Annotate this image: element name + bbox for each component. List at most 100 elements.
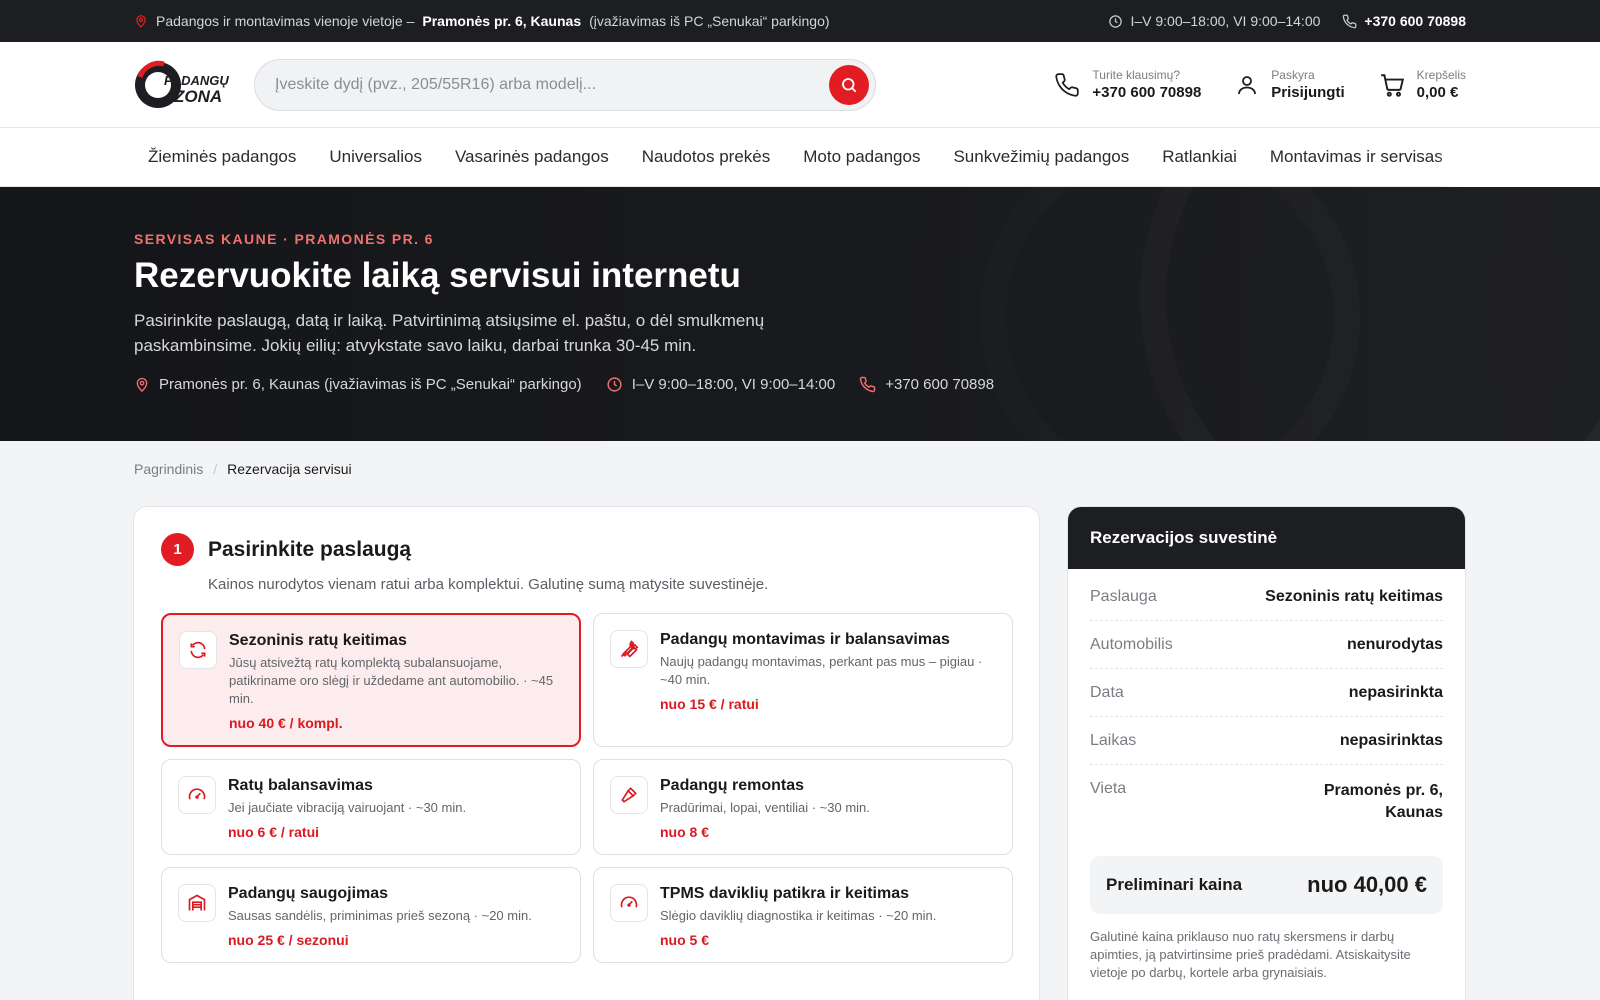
summary-key: Data (1090, 684, 1124, 701)
service-card-seasonal[interactable]: Sezoninis ratų keitimas Jūsų atsivežtą r… (161, 613, 581, 747)
breadcrumb-separator: / (213, 461, 218, 477)
location-pin-icon (136, 377, 148, 393)
user-icon (1238, 75, 1257, 94)
breadcrumb: Pagrindinis / Rezervacija servisui (0, 441, 1600, 503)
header-cart[interactable]: Krepšelis 0,00 € (1379, 68, 1466, 101)
hero-kicker: SERVISAS KAUNE · PRAMONĖS PR. 6 (134, 231, 434, 247)
questions-label: Turite klausimų? (1092, 68, 1181, 82)
logo[interactable]: PADANGŲ ZONA (134, 59, 230, 111)
search-button[interactable] (829, 64, 869, 105)
service-description: Pradūrimai, lopai, ventiliai · ~30 min. (660, 800, 870, 815)
clock-icon (1109, 14, 1123, 28)
service-title: Padangų remontas (660, 777, 805, 794)
page-title: Rezervuokite laiką servisui internetu (134, 256, 741, 295)
step-header: 1 Pasirinkite paslaugą (161, 533, 1012, 566)
service-selection-panel: 1 Pasirinkite paslaugą Kainos nurodytos … (133, 506, 1040, 1000)
top-hours: I–V 9:00–18:00, VI 9:00–14:00 (1108, 13, 1320, 29)
service-price: nuo 6 € / ratui (228, 824, 320, 840)
account-login[interactable]: Prisijungti (1271, 84, 1344, 101)
price-box: Preliminari kaina nuo 40,00 € (1090, 856, 1443, 914)
wrench-icon (610, 630, 648, 668)
nav-item-moto[interactable]: Moto padangos (803, 147, 920, 167)
summary-value: Sezoninis ratų keitimas (1265, 588, 1443, 605)
logo-text-line1: PADANGŲ (164, 73, 229, 88)
service-title: Padangų saugojimas (228, 885, 389, 902)
refresh-icon (179, 631, 217, 669)
top-address: Padangos ir montavimas vienoje vietoje –… (134, 13, 830, 29)
account-label: Paskyra (1271, 68, 1315, 82)
service-card-storage[interactable]: Padangų saugojimas Sausas sandėlis, prim… (161, 867, 581, 963)
summary-value: nepasirinkta (1348, 684, 1443, 701)
service-card-repair[interactable]: Padangų remontas Pradūrimai, lopai, vent… (593, 759, 1013, 855)
service-price: nuo 5 € (660, 932, 710, 948)
service-description: Jei jaučiate vibraciją vairuojant · ~30 … (228, 800, 467, 815)
hero-hours-text: I–V 9:00–18:00, VI 9:00–14:00 (631, 376, 836, 393)
summary-key: Laikas (1090, 732, 1137, 749)
hero-hours: I–V 9:00–18:00, VI 9:00–14:00 (606, 376, 836, 393)
nav-item-winter[interactable]: Žieminės padangos (148, 147, 296, 167)
hero-address: Pramonės pr. 6, Kaunas (įvažiavimas iš P… (134, 376, 582, 393)
nav-item-summer[interactable]: Vasarinės padangos (455, 147, 609, 167)
nav-fade (1436, 128, 1466, 187)
search-input[interactable] (275, 75, 829, 94)
top-hours-text: I–V 9:00–18:00, VI 9:00–14:00 (1130, 13, 1321, 29)
gauge-icon (178, 776, 216, 814)
nav-item-used[interactable]: Naudotos prekės (642, 147, 771, 167)
service-price: nuo 15 € / ratui (660, 696, 759, 712)
top-address-prefix: Padangos ir montavimas vienoje vietoje – (156, 13, 415, 29)
questions-phone[interactable]: +370 600 70898 (1092, 84, 1201, 101)
summary-title: Rezervacijos suvestinė (1068, 507, 1465, 569)
gauge-icon (610, 884, 648, 922)
hero-phone-text[interactable]: +370 600 70898 (885, 376, 994, 393)
top-phone[interactable]: +370 600 70898 (1342, 13, 1466, 29)
summary-value: nenurodytas (1346, 636, 1443, 653)
summary-value: Pramonės pr. 6, Kaunas (1323, 782, 1443, 821)
cart-label: Krepšelis (1416, 68, 1466, 82)
cart-total: 0,00 € (1416, 84, 1459, 101)
header-account[interactable]: Paskyra Prisijungti (1235, 68, 1345, 101)
service-title: TPMS daviklių patikra ir keitimas (660, 885, 909, 902)
nav-item-rims[interactable]: Ratlankiai (1162, 147, 1237, 167)
clock-icon (607, 377, 622, 392)
cart-icon (1380, 73, 1404, 97)
service-description: Slėgio daviklių diagnostika ir keitimas … (660, 908, 937, 923)
phone-icon (1055, 72, 1080, 97)
service-title: Sezoninis ratų keitimas (229, 632, 407, 649)
nav-item-service[interactable]: Montavimas ir servisas (1270, 147, 1443, 167)
service-title: Padangų montavimas ir balansavimas (660, 631, 950, 648)
hero-description: Pasirinkite paslaugą, datą ir laiką. Pat… (134, 311, 765, 355)
price-note: Galutinė kaina priklauso nuo ratų skersm… (1090, 929, 1411, 980)
price-value: nuo 40,00 € (1307, 872, 1427, 897)
top-phone-text[interactable]: +370 600 70898 (1364, 13, 1466, 29)
service-description: Naujų padangų montavimas, perkant pas mu… (660, 654, 983, 687)
service-card-mounting[interactable]: Padangų montavimas ir balansavimas Naujų… (593, 613, 1013, 747)
phone-icon (859, 376, 876, 393)
service-description: Jūsų atsivežtą ratų komplektą subalansuo… (229, 655, 554, 706)
service-price: nuo 8 € (660, 824, 710, 840)
hero-address-text: Pramonės pr. 6, Kaunas (įvažiavimas iš P… (159, 376, 582, 393)
service-description: Sausas sandėlis, priminimas prieš sezoną… (228, 908, 532, 923)
service-price: nuo 40 € / kompl. (229, 715, 343, 731)
search-icon (842, 77, 857, 92)
service-card-tpms[interactable]: TPMS daviklių patikra ir keitimas Slėgio… (593, 867, 1013, 963)
nav-item-truck[interactable]: Sunkvežimių padangos (953, 147, 1129, 167)
hero-phone[interactable]: +370 600 70898 (859, 376, 994, 393)
nav-edge (1466, 128, 1600, 187)
top-address-suffix: (įvažiavimas iš PC „Senukai“ parkingo) (589, 13, 830, 29)
summary-row-car: Automobilis nenurodytas (1090, 621, 1443, 669)
hero-banner: SERVISAS KAUNE · PRAMONĖS PR. 6 Rezervuo… (0, 187, 1600, 441)
nav-item-universal[interactable]: Universalios (329, 147, 422, 167)
top-address-bold: Pramonės pr. 6, Kaunas (422, 13, 582, 29)
summary-row-location: Vieta Pramonės pr. 6, Kaunas (1090, 765, 1443, 838)
breadcrumb-current: Rezervacija servisui (227, 461, 352, 477)
breadcrumb-home[interactable]: Pagrindinis (134, 461, 203, 503)
summary-row-service: Paslauga Sezoninis ratų keitimas (1090, 573, 1443, 621)
summary-row-time: Laikas nepasirinktas (1090, 717, 1443, 765)
service-title: Ratų balansavimas (228, 777, 373, 794)
service-card-balancing[interactable]: Ratų balansavimas Jei jaučiate vibraciją… (161, 759, 581, 855)
logo-text-line2: ZONA (173, 87, 222, 106)
step-number: 1 (161, 533, 194, 566)
price-label: Preliminari kaina (1106, 875, 1243, 894)
service-price: nuo 25 € / sezonui (228, 932, 349, 948)
header-questions[interactable]: Turite klausimų? +370 600 70898 (1054, 68, 1201, 101)
